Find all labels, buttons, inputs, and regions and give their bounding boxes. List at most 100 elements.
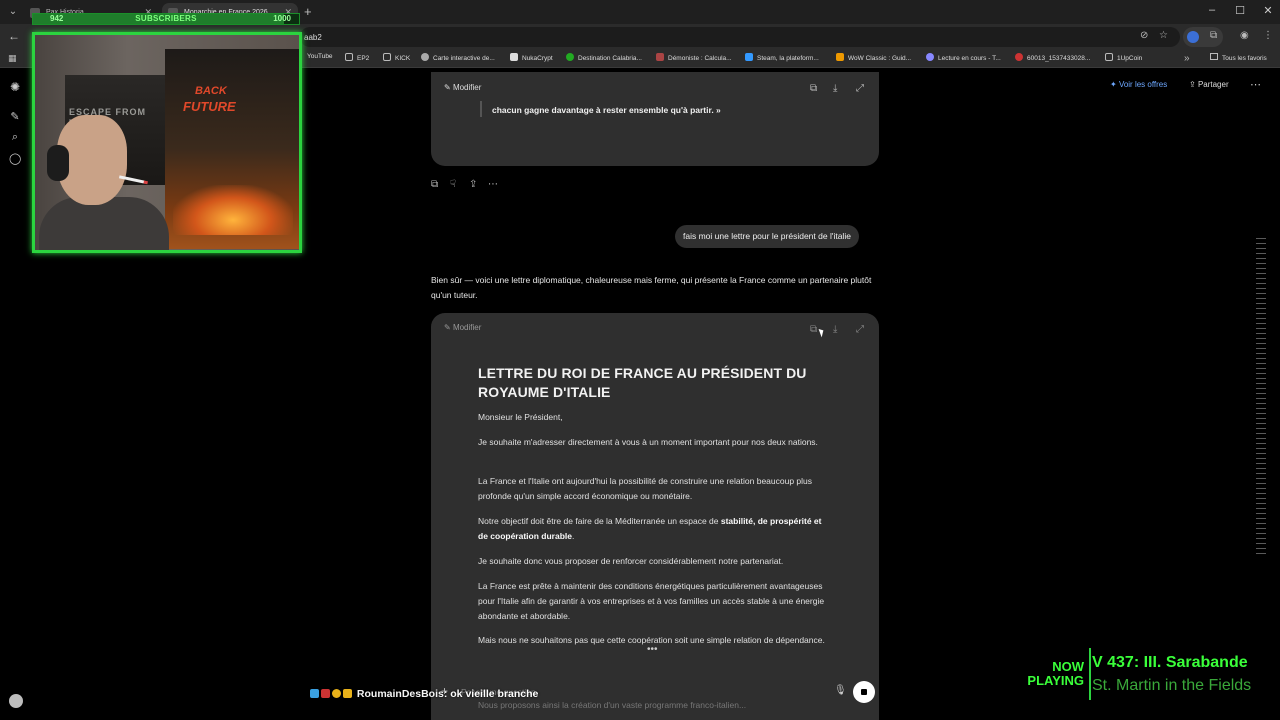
headset-icon [47,145,69,181]
badge-icon [343,689,352,698]
download-icon[interactable]: ⤓ [833,83,837,94]
tab-search-icon[interactable]: ⌄ [6,5,20,19]
bookmark-label: YouTube [307,53,333,60]
address-bar[interactable]: aab2 [300,27,1180,47]
bookmark-1upcoin[interactable]: 1UpCoin [1105,53,1142,62]
download-icon[interactable]: ⤓ [833,324,837,335]
app-logo-icon[interactable]: ✺ [9,80,21,94]
bookmark-label: Lecture en cours - T... [938,55,1001,62]
close-window-icon[interactable]: ✕ [1260,4,1276,17]
bookmark-ep2[interactable]: EP2 [345,53,369,62]
folder-icon [345,53,353,61]
share-label: Partager [1197,80,1229,89]
bookmark-kick[interactable]: KICK [383,53,410,62]
bookmark-carte[interactable]: Carte interactive de... [421,53,495,62]
map-icon [421,53,429,61]
user-message: fais moi une lettre pour le président de… [675,225,859,248]
copy-icon[interactable]: ⧉ [810,83,817,94]
lecture-icon [926,53,934,61]
chat-username: RoumainDesBois [356,688,444,700]
view-offers-link[interactable]: ✦ Voir les offres [1110,80,1167,89]
subscriber-count: 942 [50,14,64,23]
letter-document-card: ✎ Modifier ⧉ ⤓ ⤢ LETTRE DU ROI DE FRANCE… [431,313,879,720]
share-icon[interactable]: ⇪ [469,179,488,190]
search-icon[interactable]: ⌕ [9,131,21,144]
bookmark-lecture[interactable]: Lecture en cours - T... [926,53,1001,62]
calabria-icon [566,53,574,61]
badge-icon [310,689,319,698]
view-offers-label: Voir les offres [1118,80,1168,89]
new-chat-icon[interactable]: ✎ [9,110,21,123]
bookmark-label: 1UpCoin [1117,55,1143,62]
thumbs-down-icon[interactable]: ☟ [450,179,469,190]
letter-title: LETTRE DU ROI DE FRANCE AU PRÉSIDENT DU … [478,365,807,400]
bookmark-label: Carte interactive de... [433,55,495,62]
bookmark-label: KICK [395,55,411,62]
bookmark-calabria[interactable]: Destination Calabria... [566,53,642,62]
chat-text: : ok vieille branche [443,688,539,700]
copy-icon[interactable]: ⧉ [810,324,817,335]
stop-button[interactable] [853,681,875,703]
star-icon[interactable]: ☆ [1159,30,1168,41]
all-bookmarks-label: Tous les favoris [1222,55,1267,62]
edit-label: Modifier [452,323,482,332]
bookmark-wow[interactable]: WoW Classic : Guid... [836,53,911,62]
apps-grid-icon[interactable]: ▦ [8,53,17,64]
folder-icon [1210,53,1218,60]
pencil-icon: ✎ [444,323,451,332]
bookmark-nukacrypt[interactable]: NukaCrypt [510,53,553,62]
minimize-icon[interactable]: – [1204,4,1220,16]
edit-button[interactable]: ✎ Modifier [444,323,481,332]
new-tab-icon[interactable]: + [304,4,312,19]
more-options-icon[interactable]: ⋯ [1250,78,1261,91]
back-arrow-icon[interactable]: ← [8,29,20,43]
bookmark-youtube[interactable]: YouTube [307,53,333,60]
all-bookmarks[interactable]: Tous les favoris [1210,53,1267,62]
bookmark-60013[interactable]: 60013_1537433028... [1015,53,1090,62]
user-avatar[interactable] [9,694,23,708]
expand-icon[interactable]: ⤢ [856,83,864,94]
wow-icon [836,53,844,61]
url-text: aab2 [304,33,322,42]
profile-icon[interactable]: ◉ [1240,30,1249,41]
poster-title-back: BACK [195,85,227,97]
menu-icon[interactable]: ⋮ [1263,30,1273,41]
coin-icon [1105,53,1113,61]
bookmark-label: NukaCrypt [522,55,553,62]
share-button[interactable]: ⇪ Partager [1189,80,1229,89]
letter-paragraph: La France est prête à maintenir des cond… [478,581,825,621]
maximize-icon[interactable]: ☐ [1232,4,1248,17]
bookmark-demoniste[interactable]: Démoniste : Calcula... [656,53,732,62]
folder-icon [383,53,391,61]
more-bookmarks-icon[interactable]: » [1184,53,1190,64]
show-more-icon[interactable]: ••• [647,644,658,655]
streamer-body [39,197,169,250]
pencil-icon: ✎ [444,83,451,92]
letter-paragraph: Je souhaite m'adresser directement à vou… [478,437,818,447]
assistant-intro: Bien sûr — voici une lettre diplomatique… [431,275,872,300]
chat-bubble-icon[interactable]: ◯ [9,152,21,165]
now-playing-divider [1089,648,1091,700]
bookmark-steam[interactable]: Steam, la plateform... [745,53,819,62]
expand-icon[interactable]: ⤢ [856,324,864,335]
copy-icon[interactable]: ⧉ [431,179,450,190]
webcam-feed: ESCAPE FROM TARKOV BACK FUTURE [32,32,302,253]
message-actions: ⧉ ☟ ⇪ ⋯ [431,174,507,192]
extension-icon[interactable] [1187,31,1199,43]
eye-off-icon[interactable]: ⊘ [1140,30,1148,41]
edit-button[interactable]: ✎ Modifier [444,83,481,92]
poster-title-future: FUTURE [183,99,236,114]
puzzle-icon[interactable]: ⧉ [1210,30,1217,41]
subscriber-label: SUBSCRIBERS [135,14,197,23]
letter-paragraph: Notre objectif doit être de faire de la … [478,514,830,544]
scroll-minimap[interactable] [1256,238,1266,556]
streamer [39,105,169,250]
microphone-icon[interactable]: 🎙 [834,685,847,696]
more-dots-icon[interactable]: ⋯ [488,179,507,190]
now-playing-label: NOW PLAYING [1027,659,1084,688]
bookmark-label: Destination Calabria... [578,55,642,62]
letter-text: Notre objectif doit être de faire de la … [478,516,721,526]
edit-label: Modifier [452,83,482,92]
letter-text: . [572,531,575,541]
nukacrypt-icon [510,53,518,61]
